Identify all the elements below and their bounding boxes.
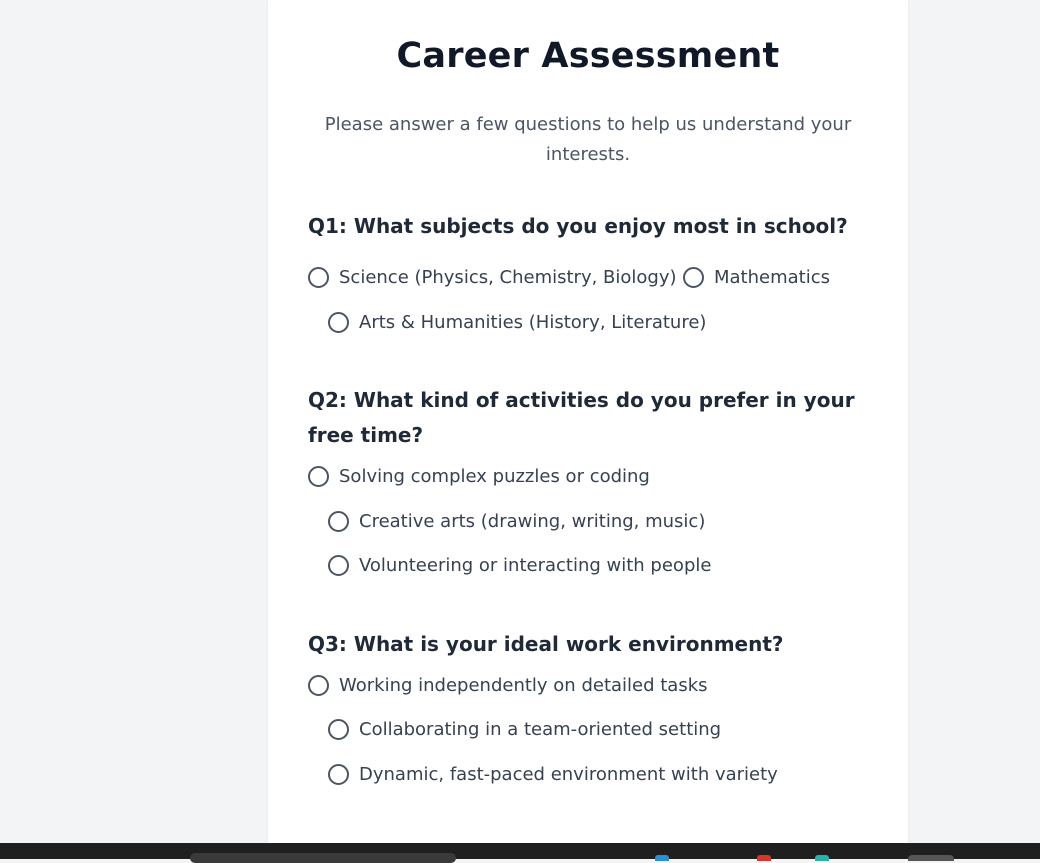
q1-option-science[interactable]: Science (Physics, Chemistry, Biology) [308,267,677,288]
option-label: Solving complex puzzles or coding [339,466,650,487]
radio-button[interactable] [328,312,349,333]
q3-option-dynamic[interactable]: Dynamic, fast-paced environment with var… [328,764,778,785]
taskbar-app-icon[interactable] [815,855,829,861]
option-label: Volunteering or interacting with people [359,555,712,576]
option-label: Creative arts (drawing, writing, music) [359,511,706,532]
radio-button[interactable] [328,555,349,576]
page-title: Career Assessment [396,36,780,76]
q3-option-team[interactable]: Collaborating in a team-oriented setting [328,719,721,740]
q2-option-creative-arts[interactable]: Creative arts (drawing, writing, music) [328,511,705,532]
radio-button[interactable] [308,675,329,696]
radio-button[interactable] [328,511,349,532]
taskbar-app-icon[interactable] [757,855,771,861]
option-label: Mathematics [714,267,830,288]
option-label: Science (Physics, Chemistry, Biology) [339,267,677,288]
radio-button[interactable] [328,719,349,740]
radio-button[interactable] [328,764,349,785]
assessment-card: Career Assessment Please answer a few qu… [268,0,908,843]
radio-button[interactable] [308,466,329,487]
taskbar-app-icon[interactable] [655,855,669,861]
option-label: Collaborating in a team-oriented setting [359,719,722,740]
option-label: Working independently on detailed tasks [339,675,708,696]
radio-button[interactable] [683,267,704,288]
question-3-label: Q3: What is your ideal work environment? [308,632,784,656]
page-subtitle: Please answer a few questions to help us… [324,114,852,165]
q2-option-puzzles[interactable]: Solving complex puzzles or coding [308,466,650,487]
question-2-label: Q2: What kind of activities do you prefe… [308,388,855,447]
option-label: Dynamic, fast-paced environment with var… [359,764,778,785]
q3-option-independent[interactable]: Working independently on detailed tasks [308,675,708,696]
taskbar-search-box[interactable] [190,853,456,863]
taskbar-active-app-icon[interactable] [908,855,954,861]
q1-option-mathematics[interactable]: Mathematics [683,267,830,288]
q2-option-volunteering[interactable]: Volunteering or interacting with people [328,555,711,576]
os-taskbar [0,843,1040,863]
question-1-label: Q1: What subjects do you enjoy most in s… [308,214,848,238]
option-label: Arts & Humanities (History, Literature) [359,312,707,333]
radio-button[interactable] [308,267,329,288]
q1-option-arts[interactable]: Arts & Humanities (History, Literature) [328,312,706,333]
